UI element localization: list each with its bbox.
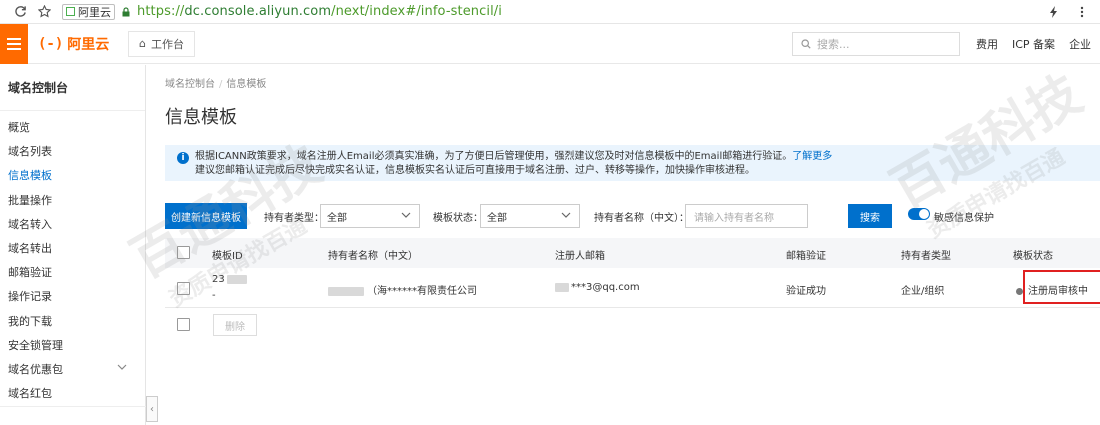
address-bar[interactable]: https://dc.console.aliyun.com/next/index… [137, 4, 502, 19]
table-row[interactable]: 23 - （海******有限责任公司 ***3@qq.com 验证成功 企业/… [165, 268, 1100, 308]
template-status-value: 全部 [487, 212, 507, 224]
home-icon: ⌂ [139, 37, 146, 50]
template-id-cell[interactable]: 23 [212, 274, 247, 285]
main-content: 域名控制台 / 信息模板 信息模板 i 根据ICANN政策要求，域名注册人Email… [147, 65, 1100, 425]
browser-toolbar: 阿里云 https://dc.console.aliyun.com/next/i… [0, 0, 1100, 24]
search-button[interactable]: 搜索 [848, 204, 892, 228]
workbench-label: 工作台 [150, 37, 184, 51]
redacted-block [555, 282, 569, 292]
sidebar-item-red-packet[interactable]: 域名红包 [0, 381, 145, 405]
lock-icon [122, 6, 130, 16]
sidebar-item-email-verify[interactable]: 邮箱验证 [0, 260, 145, 284]
redacted-block [328, 286, 364, 296]
header-link-billing[interactable]: 费用 [976, 36, 998, 52]
logo-text: 阿里云 [67, 36, 110, 53]
chevron-down-icon [561, 212, 571, 218]
owner-name-cell: （海******有限责任公司 [328, 282, 477, 297]
breadcrumb-item-console[interactable]: 域名控制台 [165, 79, 215, 90]
select-all-checkbox[interactable] [177, 246, 190, 259]
sidebar: 域名控制台 概览 域名列表 信息模板 批量操作 域名转入 域名转出 邮箱验证 操… [0, 65, 146, 425]
page-title: 信息模板 [165, 107, 237, 128]
sidebar-item-discount-pack[interactable]: 域名优惠包 [0, 357, 145, 381]
status-dot-icon [1016, 287, 1023, 295]
owner-type-select[interactable]: 全部 [320, 204, 420, 228]
learn-more-link[interactable]: 了解更多 [792, 151, 832, 162]
row-checkbox[interactable] [177, 282, 190, 295]
sidebar-item-domain-list[interactable]: 域名列表 [0, 139, 145, 163]
chevron-down-icon [401, 212, 411, 218]
workbench-button[interactable]: ⌂ 工作台 [128, 30, 195, 57]
template-status-select[interactable]: 全部 [480, 204, 580, 228]
notice-line-1: 根据ICANN政策要求，域名注册人Email必须真实准确，为了方便日后管理使用，… [195, 151, 833, 162]
more-menu-icon[interactable] [1072, 2, 1092, 22]
create-template-button[interactable]: 创建新信息模板 [165, 203, 247, 229]
sidebar-item-transfer-out[interactable]: 域名转出 [0, 236, 145, 260]
column-header-email[interactable]: 注册人邮箱 [555, 247, 605, 262]
sidebar-title: 域名控制台 [0, 65, 145, 111]
table-footer: 删除 [165, 312, 1100, 338]
delete-button[interactable]: 删除 [213, 314, 257, 336]
owner-type-cell: 企业/组织 [901, 286, 945, 297]
sidebar-item-my-downloads[interactable]: 我的下载 [0, 309, 145, 333]
annotation-highlight-box [1023, 270, 1100, 304]
header-link-icp[interactable]: ICP 备案 [1012, 36, 1055, 52]
owner-type-label: 持有者类型： [264, 213, 324, 224]
owner-name-label: 持有者名称（中文）： [594, 213, 689, 224]
search-placeholder: 搜索... [817, 38, 850, 51]
breadcrumb: 域名控制台 / 信息模板 [165, 79, 267, 90]
logo-mark: (-) [38, 35, 64, 52]
sidebar-item-info-template[interactable]: 信息模板 [0, 163, 145, 187]
column-header-owner-name[interactable]: 持有者名称（中文） [328, 247, 418, 262]
search-input[interactable]: 搜索... [792, 32, 960, 56]
aliyun-logo[interactable]: (-) 阿里云 [38, 34, 118, 54]
template-id-suffix: - [212, 290, 216, 301]
email-cell: ***3@qq.com [555, 282, 640, 293]
notice-line-2: 建议您邮箱认证完成后尽快完成实名认证，信息模板实名认证后可直接用于域名注册、过户… [195, 165, 755, 176]
sidebar-item-transfer-in[interactable]: 域名转入 [0, 212, 145, 236]
bookmark-star-icon[interactable] [34, 2, 54, 22]
sidebar-item-operation-log[interactable]: 操作记录 [0, 284, 145, 308]
column-header-owner-type[interactable]: 持有者类型 [901, 247, 951, 262]
owner-type-value: 全部 [327, 212, 347, 224]
table-header: 模板ID 持有者名称（中文） 注册人邮箱 邮箱验证 持有者类型 模板状态 [165, 238, 1100, 268]
breadcrumb-item-current: 信息模板 [226, 79, 267, 90]
redacted-block [226, 274, 247, 284]
sidebar-item-batch-operations[interactable]: 批量操作 [0, 188, 145, 212]
console-header: (-) 阿里云 ⌂ 工作台 搜索... 费用 ICP 备案 企业 支 [0, 23, 1100, 64]
sidebar-divider [0, 406, 146, 407]
column-header-email-verify[interactable]: 邮箱验证 [786, 247, 826, 262]
column-header-template-id[interactable]: 模板ID [212, 247, 243, 262]
site-badge-label: 阿里云 [78, 5, 111, 19]
hamburger-menu-icon[interactable] [0, 23, 28, 64]
header-links: 费用 ICP 备案 企业 支 [976, 24, 1100, 64]
sensitive-info-toggle[interactable] [908, 208, 930, 220]
sidebar-item-security-lock[interactable]: 安全锁管理 [0, 333, 145, 357]
chevron-down-icon [117, 364, 127, 370]
owner-name-placeholder: 请输入持有者名称 [694, 212, 774, 224]
info-icon: i [177, 152, 189, 164]
extension-bolt-icon[interactable] [1044, 2, 1064, 22]
search-icon [801, 39, 811, 49]
sensitive-info-label: 敏感信息保护 [934, 213, 994, 224]
sidebar-item-overview[interactable]: 概览 [0, 115, 145, 139]
site-identity-badge[interactable]: 阿里云 [62, 3, 115, 20]
column-header-status[interactable]: 模板状态 [1013, 247, 1053, 262]
filter-bar: 创建新信息模板 持有者类型： 全部 模板状态： 全部 持有者名称（中文）： 请输… [165, 203, 1100, 229]
email-verify-cell: 验证成功 [786, 286, 826, 297]
owner-name-input[interactable]: 请输入持有者名称 [685, 204, 808, 228]
header-link-enterprise[interactable]: 企业 [1069, 36, 1091, 52]
notice-banner: i 根据ICANN政策要求，域名注册人Email必须真实准确，为了方便日后管理使… [165, 145, 1100, 181]
template-status-label: 模板状态： [433, 213, 483, 224]
footer-select-all-checkbox[interactable] [177, 318, 190, 331]
sidebar-item-label: 域名优惠包 [8, 362, 63, 376]
reload-icon[interactable] [10, 2, 30, 22]
